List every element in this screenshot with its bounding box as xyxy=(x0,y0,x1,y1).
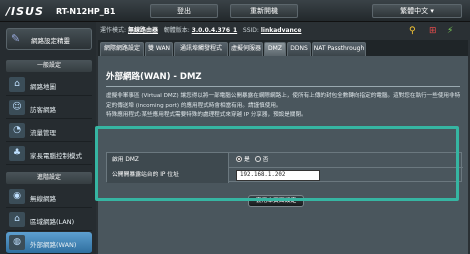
language-label: 繁體中文 xyxy=(400,7,429,15)
enable-dmz-row: 啟用 DMZ 是 否 xyxy=(107,153,463,168)
enable-dmz-no-radio[interactable] xyxy=(254,155,261,162)
mode-value[interactable]: 無線路由器 xyxy=(128,27,158,34)
language-select[interactable]: 繁體中文 ▾ xyxy=(372,4,462,18)
usb-status-icon[interactable]: ⚲ xyxy=(409,26,416,36)
enable-dmz-no-label: 否 xyxy=(262,157,269,163)
special-apps-text: 特殊應用程式:某些應用程式需要特殊的處理程式來穿越 IP 分享器，預設是關閉。 xyxy=(106,112,307,118)
tab-dmz[interactable]: DMZ xyxy=(264,42,286,56)
quick-setup-button[interactable]: ✎ 網路設定精靈 xyxy=(6,28,92,50)
wireless-icon: ◉ xyxy=(9,189,25,204)
parental-control-icon: ♣ xyxy=(9,146,25,161)
exposed-ip-row: 公開開暴露站台的 IP 位址 192.168.1.202 xyxy=(107,168,463,183)
tab-port-trigger[interactable]: 通訊埠觸發程式 xyxy=(174,42,228,56)
enable-dmz-label: 啟用 DMZ xyxy=(107,153,229,168)
reboot-button[interactable]: 重新開機 xyxy=(230,4,298,18)
traffic-icon: ◔ xyxy=(9,123,25,138)
dmz-settings-table: 啟用 DMZ 是 否 公開開暴露站台的 IP 位址 192.168.1.202 xyxy=(106,152,463,183)
guest-network-icon: ☺ xyxy=(9,100,25,115)
page-description: 虛擬非軍事區 (Virtual DMZ) 讓您得以將一部電腦公開暴露在網際網路上… xyxy=(106,92,462,121)
title-divider xyxy=(106,86,460,87)
wan-icon: ◍ xyxy=(9,235,25,250)
firmware-value[interactable]: 3.0.0.4.376_1 xyxy=(192,27,238,34)
exposed-ip-label: 公開開暴露站台的 IP 位址 xyxy=(107,168,229,183)
ssid-label: SSID: xyxy=(242,27,259,34)
sidebar-item-parental[interactable]: ♣ 家長電腦控制模式 xyxy=(6,143,92,165)
wizard-icon: ✎ xyxy=(11,32,21,45)
network-status-icon[interactable]: ⚡ xyxy=(447,26,453,36)
apply-button[interactable]: 套用本頁面設定 xyxy=(248,195,304,207)
sidebar-item-label: 無線網路 xyxy=(30,195,56,203)
general-section-header: 一般設定 xyxy=(6,60,92,72)
description-text: 虛擬非軍事區 (Virtual DMZ) 讓您得以將一部電腦公開暴露在網際網路上… xyxy=(106,93,461,109)
top-bar: /ISUS RT-N12HP_B1 登出 重新開機 繁體中文 ▾ xyxy=(0,0,470,22)
sidebar-item-label: 區域網路(LAN) xyxy=(30,218,75,226)
app-status-icon[interactable]: ⊞ xyxy=(429,26,437,36)
sidebar-item-wireless[interactable]: ◉ 無線網路 xyxy=(6,186,92,208)
lan-icon: ⌂ xyxy=(9,212,25,227)
sidebar-item-label: 網路地圖 xyxy=(30,83,56,91)
exposed-ip-cell: 192.168.1.202 xyxy=(230,168,463,183)
advanced-section-header: 進階設定 xyxy=(6,172,92,184)
tab-bar: 網際網路設定 雙 WAN 通訊埠觸發程式 虛擬伺服器 DMZ DDNS NAT … xyxy=(98,40,468,56)
sidebar-item-label: 訪客網路 xyxy=(30,106,56,114)
sidebar: ✎ 網路設定精靈 一般設定 ⌂ 網路地圖 ☺ 訪客網路 ◔ 流量管理 ♣ 家長電… xyxy=(0,22,96,254)
network-map-icon: ⌂ xyxy=(9,77,25,92)
enable-dmz-yes-label: 是 xyxy=(244,157,250,163)
mode-label: 運作模式: xyxy=(100,27,127,34)
enable-dmz-yes-radio[interactable] xyxy=(236,155,242,162)
router-model: RT-N12HP_B1 xyxy=(56,7,116,16)
status-icons: ⚲ ⊞ ⚡ xyxy=(405,26,465,38)
asus-logo: /ISUS xyxy=(6,5,44,18)
sidebar-item-label: 家長電腦控制模式 xyxy=(30,152,82,160)
page-title: 外部網路(WAN) - DMZ xyxy=(106,72,202,82)
tab-ddns[interactable]: DDNS xyxy=(287,42,311,56)
enable-dmz-options: 是 否 xyxy=(230,153,463,168)
tab-nat-passthrough[interactable]: NAT Passthrough xyxy=(312,42,366,56)
content-area: 外部網路(WAN) - DMZ 虛擬非軍事區 (Virtual DMZ) 讓您得… xyxy=(98,56,468,254)
sidebar-item-wan[interactable]: ◍ 外部網路(WAN) xyxy=(6,232,92,254)
tab-internet-connection[interactable]: 網際網路設定 xyxy=(100,42,144,56)
sidebar-item-lan[interactable]: ⌂ 區域網路(LAN) xyxy=(6,209,92,231)
tab-virtual-server[interactable]: 虛擬伺服器 xyxy=(229,42,263,56)
logout-button[interactable]: 登出 xyxy=(150,4,218,18)
sidebar-item-guest-network[interactable]: ☺ 訪客網路 xyxy=(6,97,92,119)
sidebar-item-network-map[interactable]: ⌂ 網路地圖 xyxy=(6,74,92,96)
firmware-label: 韌體版本: xyxy=(163,27,190,34)
sidebar-item-label: 外部網路(WAN) xyxy=(30,241,77,249)
main-panel: 網際網路設定 雙 WAN 通訊埠觸發程式 虛擬伺服器 DMZ DDNS NAT … xyxy=(98,40,468,254)
ssid-value: linkadvance xyxy=(260,27,302,34)
sidebar-item-traffic[interactable]: ◔ 流量管理 xyxy=(6,120,92,142)
chevron-down-icon: ▾ xyxy=(430,7,434,15)
exposed-ip-input[interactable]: 192.168.1.202 xyxy=(236,170,320,181)
sidebar-item-label: 流量管理 xyxy=(30,129,56,137)
quick-setup-label: 網路設定精靈 xyxy=(31,37,70,45)
tab-dual-wan[interactable]: 雙 WAN xyxy=(145,42,173,56)
